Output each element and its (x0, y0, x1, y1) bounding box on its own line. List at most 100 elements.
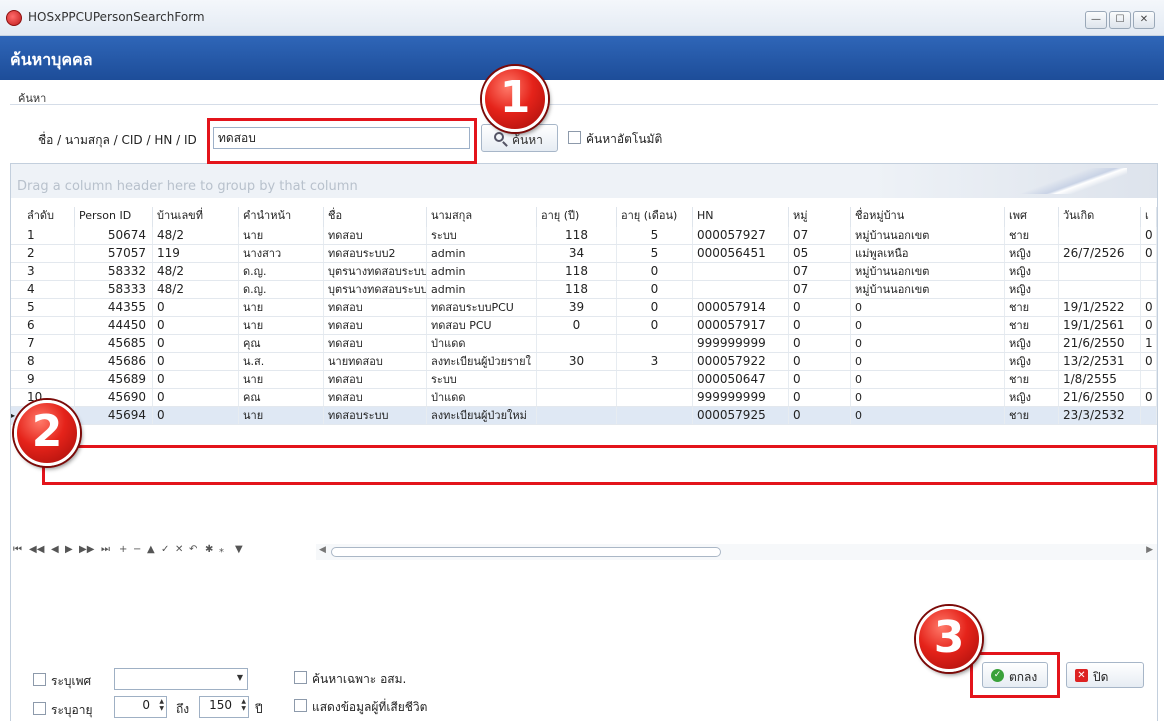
spinner-arrows-icon[interactable]: ▲ ▼ (159, 698, 164, 712)
cell-prefix[interactable]: คุณ (239, 335, 324, 352)
cell-moo[interactable]: 07 (789, 263, 851, 280)
cell-prefix[interactable]: นาย (239, 299, 324, 316)
cell-fname[interactable]: ทดสอบ (324, 371, 427, 388)
cell-extra[interactable] (1141, 407, 1157, 424)
cell-age_m[interactable]: 3 (617, 353, 693, 370)
cell-lname[interactable]: ป่าแดด (427, 389, 537, 406)
cell-age_m[interactable]: 5 (617, 227, 693, 244)
cell-hn[interactable]: 999999999 (693, 389, 789, 406)
cell-age_m[interactable]: 0 (617, 263, 693, 280)
cell-extra[interactable] (1141, 263, 1157, 280)
cell-fname[interactable]: นายทดสอบ (324, 353, 427, 370)
cell-age_m[interactable] (617, 407, 693, 424)
cell-lname[interactable]: ทดสอบ PCU (427, 317, 537, 334)
cell-sex[interactable]: หญิง (1005, 281, 1059, 298)
cell-village[interactable]: 0 (851, 407, 1005, 424)
cell-pid[interactable]: 58333 (75, 281, 153, 298)
cell-hn[interactable]: 000057927 (693, 227, 789, 244)
cell-age_y[interactable]: 34 (537, 245, 617, 262)
cell-fname[interactable]: ทดสอบระบบ (324, 407, 427, 424)
person-grid[interactable]: Drag a column header here to group by th… (10, 163, 1158, 721)
close-window-button[interactable]: ✕ (1133, 11, 1155, 29)
cell-house[interactable]: 0 (153, 371, 239, 388)
cell-age_m[interactable]: 0 (617, 299, 693, 316)
cell-extra[interactable]: 0 (1141, 353, 1157, 370)
cell-moo[interactable]: 0 (789, 371, 851, 388)
cell-prefix[interactable]: ด.ญ. (239, 263, 324, 280)
cell-birth[interactable]: 13/2/2531 (1059, 353, 1141, 370)
cell-age_m[interactable]: 0 (617, 317, 693, 334)
cell-pid[interactable]: 50674 (75, 227, 153, 244)
cell-hn[interactable]: 000057922 (693, 353, 789, 370)
cell-age_y[interactable]: 39 (537, 299, 617, 316)
cell-village[interactable]: 0 (851, 299, 1005, 316)
cell-fname[interactable]: บุตรนางทดสอบระบบ (324, 281, 427, 298)
col-header-no[interactable]: ลำดับ (23, 207, 75, 227)
cell-birth[interactable] (1059, 263, 1141, 280)
table-row[interactable]: 8 45686 0 น.ส. นายทดสอบ ลงทะเบียนผู้ป่วยรายใ 3… (11, 353, 1157, 371)
nav-add-icon[interactable]: + (119, 544, 127, 555)
spinner-arrows-icon[interactable]: ▲ ▼ (241, 698, 246, 712)
cell-house[interactable]: 48/2 (153, 263, 239, 280)
age-to-spinner[interactable]: 150 ▲ ▼ (199, 696, 249, 718)
cell-extra[interactable] (1141, 281, 1157, 298)
age-from-spinner[interactable]: 0 ▲ ▼ (114, 696, 167, 718)
cell-house[interactable]: 48/2 (153, 281, 239, 298)
col-header-moo[interactable]: หมู่ (789, 207, 851, 227)
cell-age_y[interactable]: 118 (537, 263, 617, 280)
cell-lname[interactable]: ลงทะเบียนผู้ป่วยใหม่ (427, 407, 537, 424)
close-button[interactable]: ✕ ปิด (1066, 662, 1144, 688)
cell-birth[interactable]: 23/3/2532 (1059, 407, 1141, 424)
nav-next-icon[interactable]: ▶ (65, 544, 73, 555)
cell-village[interactable]: หมู่บ้านนอกเขต (851, 281, 1005, 298)
cell-lname[interactable]: ระบบ (427, 371, 537, 388)
cell-pid[interactable]: 45689 (75, 371, 153, 388)
cell-moo[interactable]: 0 (789, 407, 851, 424)
cell-no[interactable]: 4 (23, 281, 75, 298)
col-header-person-id[interactable]: Person ID (75, 207, 153, 227)
cell-prefix[interactable]: น.ส. (239, 353, 324, 370)
nav-goto-bookmark-icon[interactable]: ⁎ (219, 544, 224, 555)
cell-prefix[interactable]: คณ (239, 389, 324, 406)
cell-moo[interactable]: 0 (789, 335, 851, 352)
table-row[interactable]: 3 58332 48/2 ด.ญ. บุตรนางทดสอบระบบ admin 118 0 0… (11, 263, 1157, 281)
cell-house[interactable]: 0 (153, 317, 239, 334)
col-header-extra[interactable]: เ (1141, 207, 1157, 227)
cell-pid[interactable]: 45690 (75, 389, 153, 406)
cell-sex[interactable]: ชาย (1005, 299, 1059, 316)
cell-lname[interactable]: ระบบ (427, 227, 537, 244)
table-row[interactable]: 2 57057 119 นางสาว ทดสอบระบบ2 admin 34 5 0000564… (11, 245, 1157, 263)
cell-hn[interactable]: 000057914 (693, 299, 789, 316)
table-row[interactable]: 6 44450 0 นาย ทดสอบ ทดสอบ PCU 0 0 000057917 0 0 ชาย… (11, 317, 1157, 335)
cell-age_y[interactable] (537, 407, 617, 424)
cell-house[interactable]: 119 (153, 245, 239, 262)
cell-hn[interactable]: 000057925 (693, 407, 789, 424)
nav-next-page-icon[interactable]: ▶▶ (79, 544, 94, 555)
cell-no[interactable]: 7 (23, 335, 75, 352)
cell-prefix[interactable]: ด.ญ. (239, 281, 324, 298)
cell-lname[interactable]: ลงทะเบียนผู้ป่วยรายใ (427, 353, 537, 370)
cell-sex[interactable]: หญิง (1005, 353, 1059, 370)
scroll-left-icon[interactable]: ◀ (319, 545, 326, 555)
cell-extra[interactable]: 0 (1141, 227, 1157, 244)
cell-pid[interactable]: 45694 (75, 407, 153, 424)
cell-fname[interactable]: ทดสอบ (324, 389, 427, 406)
table-row[interactable]: 10 45690 0 คณ ทดสอบ ป่าแดด 999999999 0 0 หญิง 21/6… (11, 389, 1157, 407)
nav-cancel-icon[interactable]: ✕ (175, 544, 183, 555)
cell-house[interactable]: 0 (153, 407, 239, 424)
cell-age_y[interactable] (537, 371, 617, 388)
cell-no[interactable]: 6 (23, 317, 75, 334)
cell-fname[interactable]: ทดสอบ (324, 335, 427, 352)
table-row[interactable]: 7 45685 0 คุณ ทดสอบ ป่าแดด 999999999 0 0 หญิง 21/6… (11, 335, 1157, 353)
cell-prefix[interactable]: นาย (239, 317, 324, 334)
cell-age_y[interactable] (537, 335, 617, 352)
scroll-right-icon[interactable]: ▶ (1146, 545, 1153, 555)
cell-hn[interactable]: 000050647 (693, 371, 789, 388)
cell-birth[interactable]: 21/6/2550 (1059, 335, 1141, 352)
cell-prefix[interactable]: นาย (239, 371, 324, 388)
cell-hn[interactable]: 000056451 (693, 245, 789, 262)
maximize-button[interactable]: ☐ (1109, 11, 1131, 29)
cell-moo[interactable]: 07 (789, 281, 851, 298)
cell-no[interactable]: 3 (23, 263, 75, 280)
cell-house[interactable]: 48/2 (153, 227, 239, 244)
